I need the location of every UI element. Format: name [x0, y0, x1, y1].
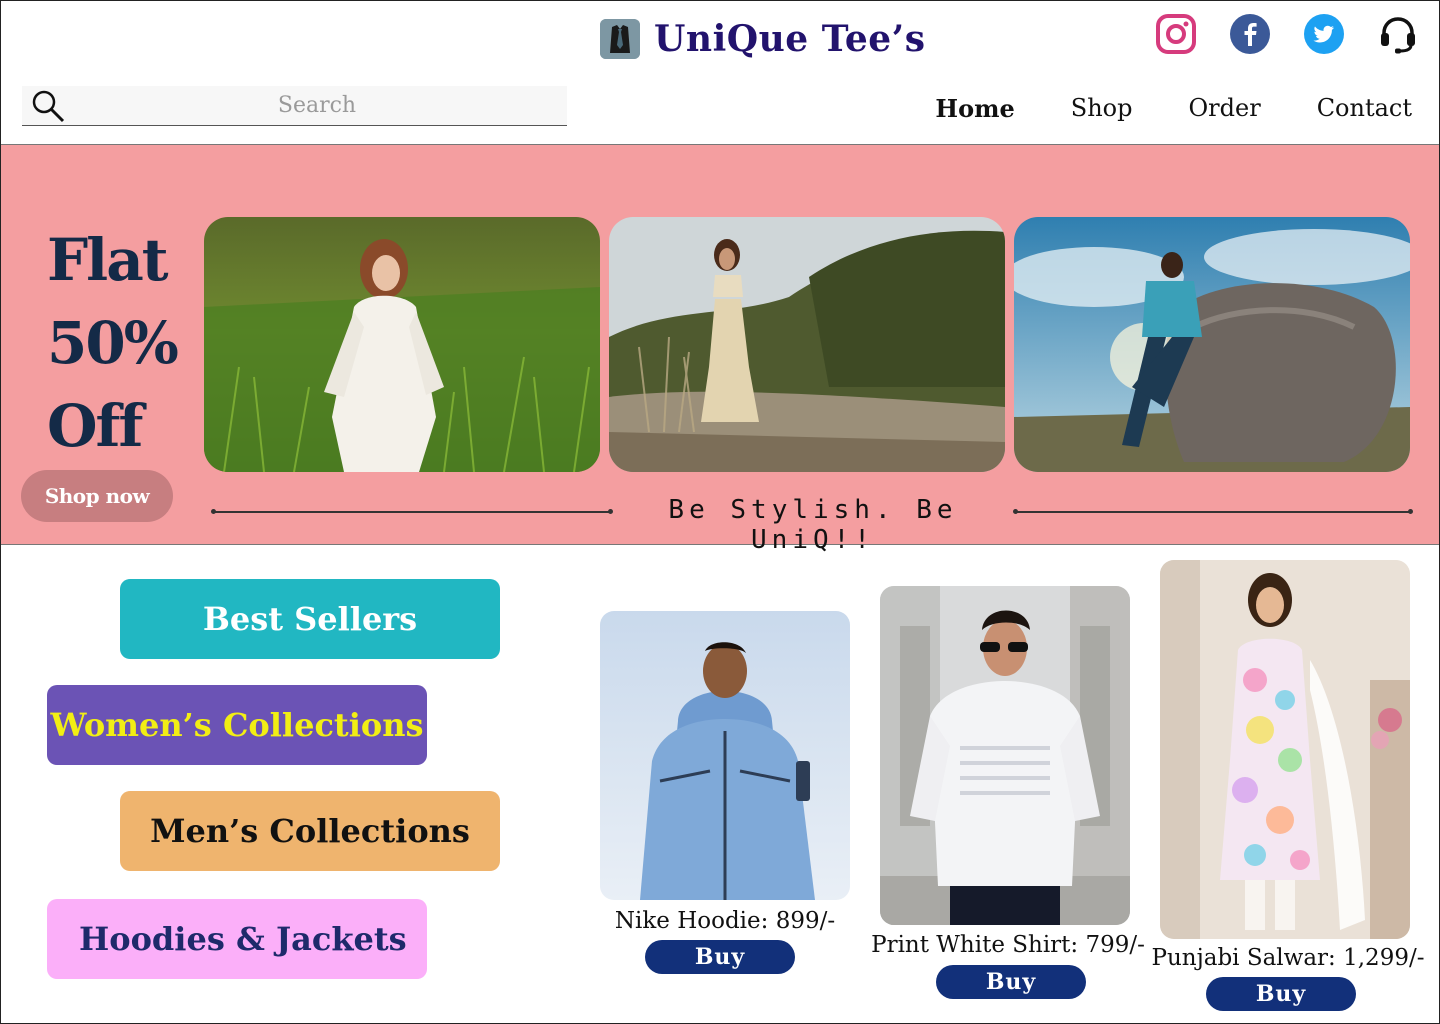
search-icon[interactable]: [30, 88, 68, 128]
nav-order[interactable]: Order: [1189, 94, 1261, 123]
product-label: Nike Hoodie: 899/-: [614, 908, 836, 934]
social-links: [1154, 12, 1420, 56]
main-nav: Home Shop Order Contact: [935, 94, 1412, 123]
promo-line: Flat: [47, 226, 169, 294]
search-bar: [22, 86, 567, 126]
category-womens-collections[interactable]: Women’s Collections: [47, 685, 427, 765]
search-input[interactable]: [72, 86, 562, 124]
tagline-row: Be Stylish. Be UniQ!!: [211, 495, 1413, 555]
divider-line-right: [1013, 509, 1413, 514]
product-image-punjabi-salwar[interactable]: [1160, 560, 1410, 939]
facebook-icon[interactable]: [1228, 12, 1272, 56]
headset-support-icon[interactable]: [1376, 12, 1420, 56]
brand-name: UniQue Tee’s: [654, 18, 926, 60]
divider-line-left: [211, 509, 613, 514]
category-best-sellers[interactable]: Best Sellers: [120, 579, 500, 659]
category-hoodies-jackets[interactable]: Hoodies & Jackets: [47, 899, 427, 979]
tagline: Be Stylish. Be UniQ!!: [668, 495, 958, 555]
nav-shop[interactable]: Shop: [1071, 94, 1133, 123]
hero-image-man-rock[interactable]: [1014, 217, 1410, 472]
buy-button-white-shirt[interactable]: Buy: [936, 965, 1086, 999]
brand[interactable]: UniQue Tee’s: [600, 18, 925, 60]
buy-button-punjabi-salwar[interactable]: Buy: [1206, 977, 1356, 1011]
product-label: Print White Shirt: 799/-: [871, 932, 1145, 958]
shop-now-button[interactable]: Shop now: [21, 470, 173, 522]
instagram-icon[interactable]: [1154, 12, 1198, 56]
nav-home[interactable]: Home: [935, 94, 1014, 123]
twitter-icon[interactable]: [1302, 12, 1346, 56]
hero-image-woman-meadow[interactable]: [204, 217, 600, 472]
product-label: Punjabi Salwar: 1,299/-: [1151, 945, 1425, 971]
product-image-nike-hoodie[interactable]: [600, 611, 850, 900]
promo-line: Off: [47, 392, 143, 460]
category-mens-collections[interactable]: Men’s Collections: [120, 791, 500, 871]
product-image-white-shirt[interactable]: [880, 586, 1130, 925]
promo-text: Flat 50% Off: [47, 219, 179, 468]
shirt-tie-icon: [600, 19, 640, 59]
hero-image-woman-rocks[interactable]: [609, 217, 1005, 472]
nav-contact[interactable]: Contact: [1317, 94, 1412, 123]
buy-button-nike-hoodie[interactable]: Buy: [645, 940, 795, 974]
promo-line: 50%: [47, 309, 179, 377]
hero-banner: Flat 50% Off Shop now Be Stylish. Be Uni…: [1, 144, 1439, 555]
